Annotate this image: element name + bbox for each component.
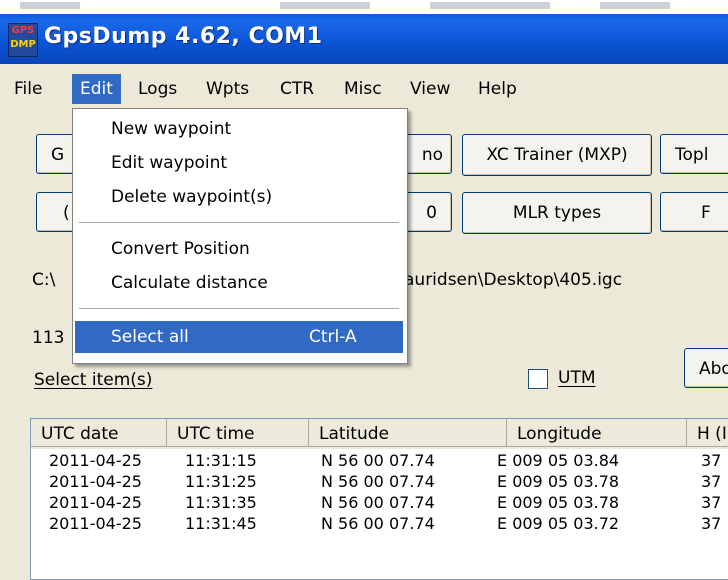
cell-utc-time: 11:31:45 xyxy=(185,514,257,533)
table-row[interactable]: 2011-04-25 11:31:15 N 56 00 07.74 E 009 05 … xyxy=(31,451,728,472)
menu-separator xyxy=(79,308,399,309)
table-row[interactable]: 2011-04-25 11:31:35 N 56 00 07.74 E 009 05 … xyxy=(31,493,728,514)
cell-latitude: N 56 00 07.74 xyxy=(321,451,435,470)
device-button-8[interactable]: F xyxy=(660,192,728,232)
utm-checkbox[interactable] xyxy=(528,369,548,389)
cell-longitude: E 009 05 03.78 xyxy=(497,493,620,512)
menu-item-label: Convert Position xyxy=(111,239,250,259)
cell-height: 37 xyxy=(701,451,722,470)
cell-utc-date: 2011-04-25 xyxy=(49,514,142,533)
cell-height: 37 xyxy=(701,514,722,533)
cell-latitude: N 56 00 07.74 xyxy=(321,514,435,533)
menu-item-new-waypoint[interactable]: New waypoint xyxy=(75,113,403,145)
cell-latitude: N 56 00 07.74 xyxy=(321,472,435,491)
header-longitude[interactable]: Longitude xyxy=(507,419,687,447)
header-utc-time[interactable]: UTC time xyxy=(167,419,309,447)
menu-file[interactable]: File xyxy=(6,74,50,104)
file-path-prefix: C:\ xyxy=(32,270,56,290)
cell-longitude: E 009 05 03.78 xyxy=(497,472,620,491)
menu-separator xyxy=(79,222,399,223)
gpsdump-app-icon[interactable]: GPS DMP xyxy=(8,23,38,57)
cell-height: 37 xyxy=(701,493,722,512)
mlr-types-button[interactable]: MLR types xyxy=(462,192,652,234)
cell-utc-time: 11:31:15 xyxy=(185,451,257,470)
menu-item-shortcut: Ctrl-A xyxy=(309,327,357,347)
menu-item-edit-waypoint[interactable]: Edit waypoint xyxy=(75,147,403,179)
xc-trainer-button[interactable]: XC Trainer (MXP) xyxy=(462,134,652,176)
select-items-label: Select item(s) xyxy=(34,370,153,390)
menu-misc[interactable]: Misc xyxy=(336,74,390,104)
about-button[interactable]: Abo xyxy=(684,348,728,388)
edit-menu-dropdown: New waypoint Edit waypoint Delete waypoi… xyxy=(72,108,408,364)
menu-ctr[interactable]: CTR xyxy=(272,74,322,104)
background-window-strip xyxy=(0,0,728,14)
header-utc-date[interactable]: UTC date xyxy=(31,419,167,447)
menu-item-label: New waypoint xyxy=(111,119,232,139)
menu-item-label: Select all xyxy=(111,327,189,347)
menu-edit[interactable]: Edit xyxy=(72,74,121,104)
menu-item-calculate-distance[interactable]: Calculate distance xyxy=(75,267,403,299)
track-points-table[interactable]: UTC date UTC time Latitude Longitude H (… xyxy=(30,418,728,580)
cell-height: 37 xyxy=(701,472,722,491)
menu-item-select-all[interactable]: Select all Ctrl-A xyxy=(75,321,403,353)
icon-text-line1: GPS xyxy=(11,25,35,36)
utm-label[interactable]: UTM xyxy=(558,368,596,388)
menu-item-label: Edit waypoint xyxy=(111,153,228,173)
file-path-suffix: auridsen\Desktop\405.igc xyxy=(404,270,623,290)
cell-utc-time: 11:31:25 xyxy=(185,472,257,491)
header-height[interactable]: H (I xyxy=(687,419,728,447)
cell-utc-time: 11:31:35 xyxy=(185,493,257,512)
cell-longitude: E 009 05 03.72 xyxy=(497,514,620,533)
cell-utc-date: 2011-04-25 xyxy=(49,472,142,491)
device-button-4[interactable]: Topl xyxy=(660,134,728,174)
table-header: UTC date UTC time Latitude Longitude H (… xyxy=(31,419,728,449)
table-row[interactable]: 2011-04-25 11:31:45 N 56 00 07.74 E 009 05 … xyxy=(31,514,728,535)
menu-item-label: Calculate distance xyxy=(111,273,268,293)
menu-item-delete-waypoints[interactable]: Delete waypoint(s) xyxy=(75,181,403,213)
header-latitude[interactable]: Latitude xyxy=(309,419,507,447)
menu-view[interactable]: View xyxy=(402,74,458,104)
icon-text-line2: DMP xyxy=(10,39,36,50)
cell-utc-date: 2011-04-25 xyxy=(49,493,142,512)
table-row[interactable]: 2011-04-25 11:31:25 N 56 00 07.74 E 009 05 … xyxy=(31,472,728,493)
menu-help[interactable]: Help xyxy=(470,74,525,104)
window-title: GpsDump 4.62, COM1 xyxy=(44,24,323,49)
cell-longitude: E 009 05 03.84 xyxy=(497,451,620,470)
menu-wpts[interactable]: Wpts xyxy=(198,74,257,104)
cell-utc-date: 2011-04-25 xyxy=(49,451,142,470)
menu-logs[interactable]: Logs xyxy=(130,74,185,104)
cell-latitude: N 56 00 07.74 xyxy=(321,493,435,512)
record-count: 113 xyxy=(32,328,65,348)
menu-item-label: Delete waypoint(s) xyxy=(111,187,273,207)
menu-item-convert-position[interactable]: Convert Position xyxy=(75,233,403,265)
